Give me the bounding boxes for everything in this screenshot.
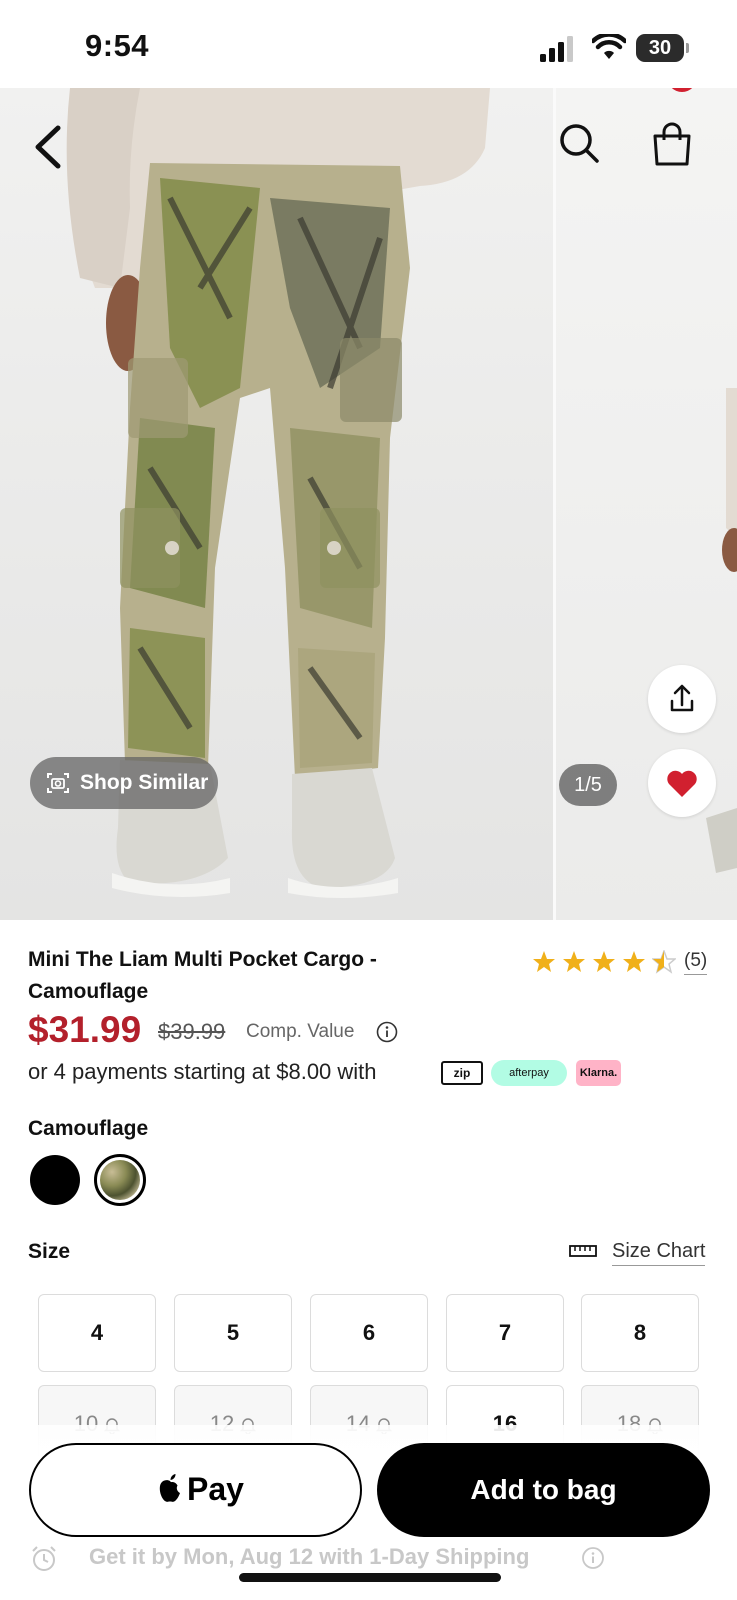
rating-stars[interactable] xyxy=(532,950,676,974)
original-price: $39.99 xyxy=(158,1019,226,1044)
shopping-bag-icon[interactable] xyxy=(650,122,694,168)
klarna-logo[interactable]: Klarna. xyxy=(576,1060,621,1086)
selected-color-label: Camouflage xyxy=(28,1117,149,1140)
product-image-gallery[interactable]: 1 Shop Similar 1/5 xyxy=(0,88,737,920)
star-full-icon xyxy=(533,951,555,972)
size-chart-link[interactable]: Size Chart xyxy=(612,1240,706,1266)
home-indicator xyxy=(239,1573,501,1582)
status-time: 9:54 xyxy=(85,28,150,63)
camera-scan-icon xyxy=(47,773,69,793)
wishlist-button[interactable] xyxy=(648,749,716,817)
shipping-estimate: Get it by Mon, Aug 12 with 1-Day Shippin… xyxy=(28,1540,708,1576)
apple-pay-button[interactable]: Pay xyxy=(29,1443,362,1537)
heart-icon xyxy=(667,770,697,797)
alarm-clock-icon xyxy=(32,1546,56,1571)
color-swatch-black[interactable] xyxy=(30,1155,80,1205)
share-button[interactable] xyxy=(648,665,716,733)
zip-logo[interactable]: zip xyxy=(441,1061,483,1085)
sale-price: $31.99 xyxy=(28,1009,142,1050)
size-option-7[interactable]: 7 xyxy=(446,1294,564,1372)
shop-similar-label: Shop Similar xyxy=(80,771,209,794)
add-to-bag-button[interactable]: Add to bag xyxy=(377,1443,710,1537)
shipping-info-icon[interactable] xyxy=(581,1546,605,1570)
battery-indicator: 30 xyxy=(636,34,684,62)
size-option-8[interactable]: 8 xyxy=(581,1294,699,1372)
info-icon[interactable] xyxy=(376,1021,398,1043)
afterpay-logo[interactable]: afterpay xyxy=(491,1060,567,1086)
search-icon[interactable] xyxy=(558,122,600,164)
size-option-label: 4 xyxy=(90,1320,104,1345)
wifi-icon xyxy=(592,34,626,59)
battery-nub xyxy=(686,43,689,53)
star-full-icon xyxy=(593,951,615,972)
back-arrow-icon[interactable] xyxy=(28,122,68,172)
star-half-icon xyxy=(652,950,676,974)
share-icon xyxy=(670,684,694,712)
product-title: Mini The Liam Multi Pocket Cargo - Camou… xyxy=(28,948,377,1003)
shipping-text: Get it by Mon, Aug 12 with 1-Day Shippin… xyxy=(89,1544,530,1569)
size-option-label: 7 xyxy=(498,1320,512,1345)
star-full-icon xyxy=(623,951,645,972)
size-option-label: 5 xyxy=(226,1320,240,1345)
apple-logo-icon xyxy=(159,1474,180,1502)
installments-text: or 4 payments starting at $8.00 with xyxy=(28,1059,377,1084)
image-counter: 1/5 xyxy=(559,764,617,806)
shop-similar-button[interactable]: Shop Similar xyxy=(30,757,218,809)
ruler-icon[interactable] xyxy=(569,1244,597,1258)
status-bar: 9:54 30 xyxy=(0,0,737,88)
size-option-5[interactable]: 5 xyxy=(174,1294,292,1372)
color-swatch-camouflage[interactable] xyxy=(100,1160,140,1200)
size-option-label: 8 xyxy=(633,1320,647,1345)
cellular-signal-icon xyxy=(540,36,573,62)
size-option-4[interactable]: 4 xyxy=(38,1294,156,1372)
size-option-6[interactable]: 6 xyxy=(310,1294,428,1372)
apple-pay-label: Pay xyxy=(187,1471,244,1507)
star-full-icon xyxy=(563,951,585,972)
review-count-link[interactable]: (5) xyxy=(684,950,708,975)
comp-value-label: Comp. Value xyxy=(246,1021,355,1042)
size-option-label: 6 xyxy=(362,1320,376,1345)
size-label: Size xyxy=(28,1240,71,1263)
